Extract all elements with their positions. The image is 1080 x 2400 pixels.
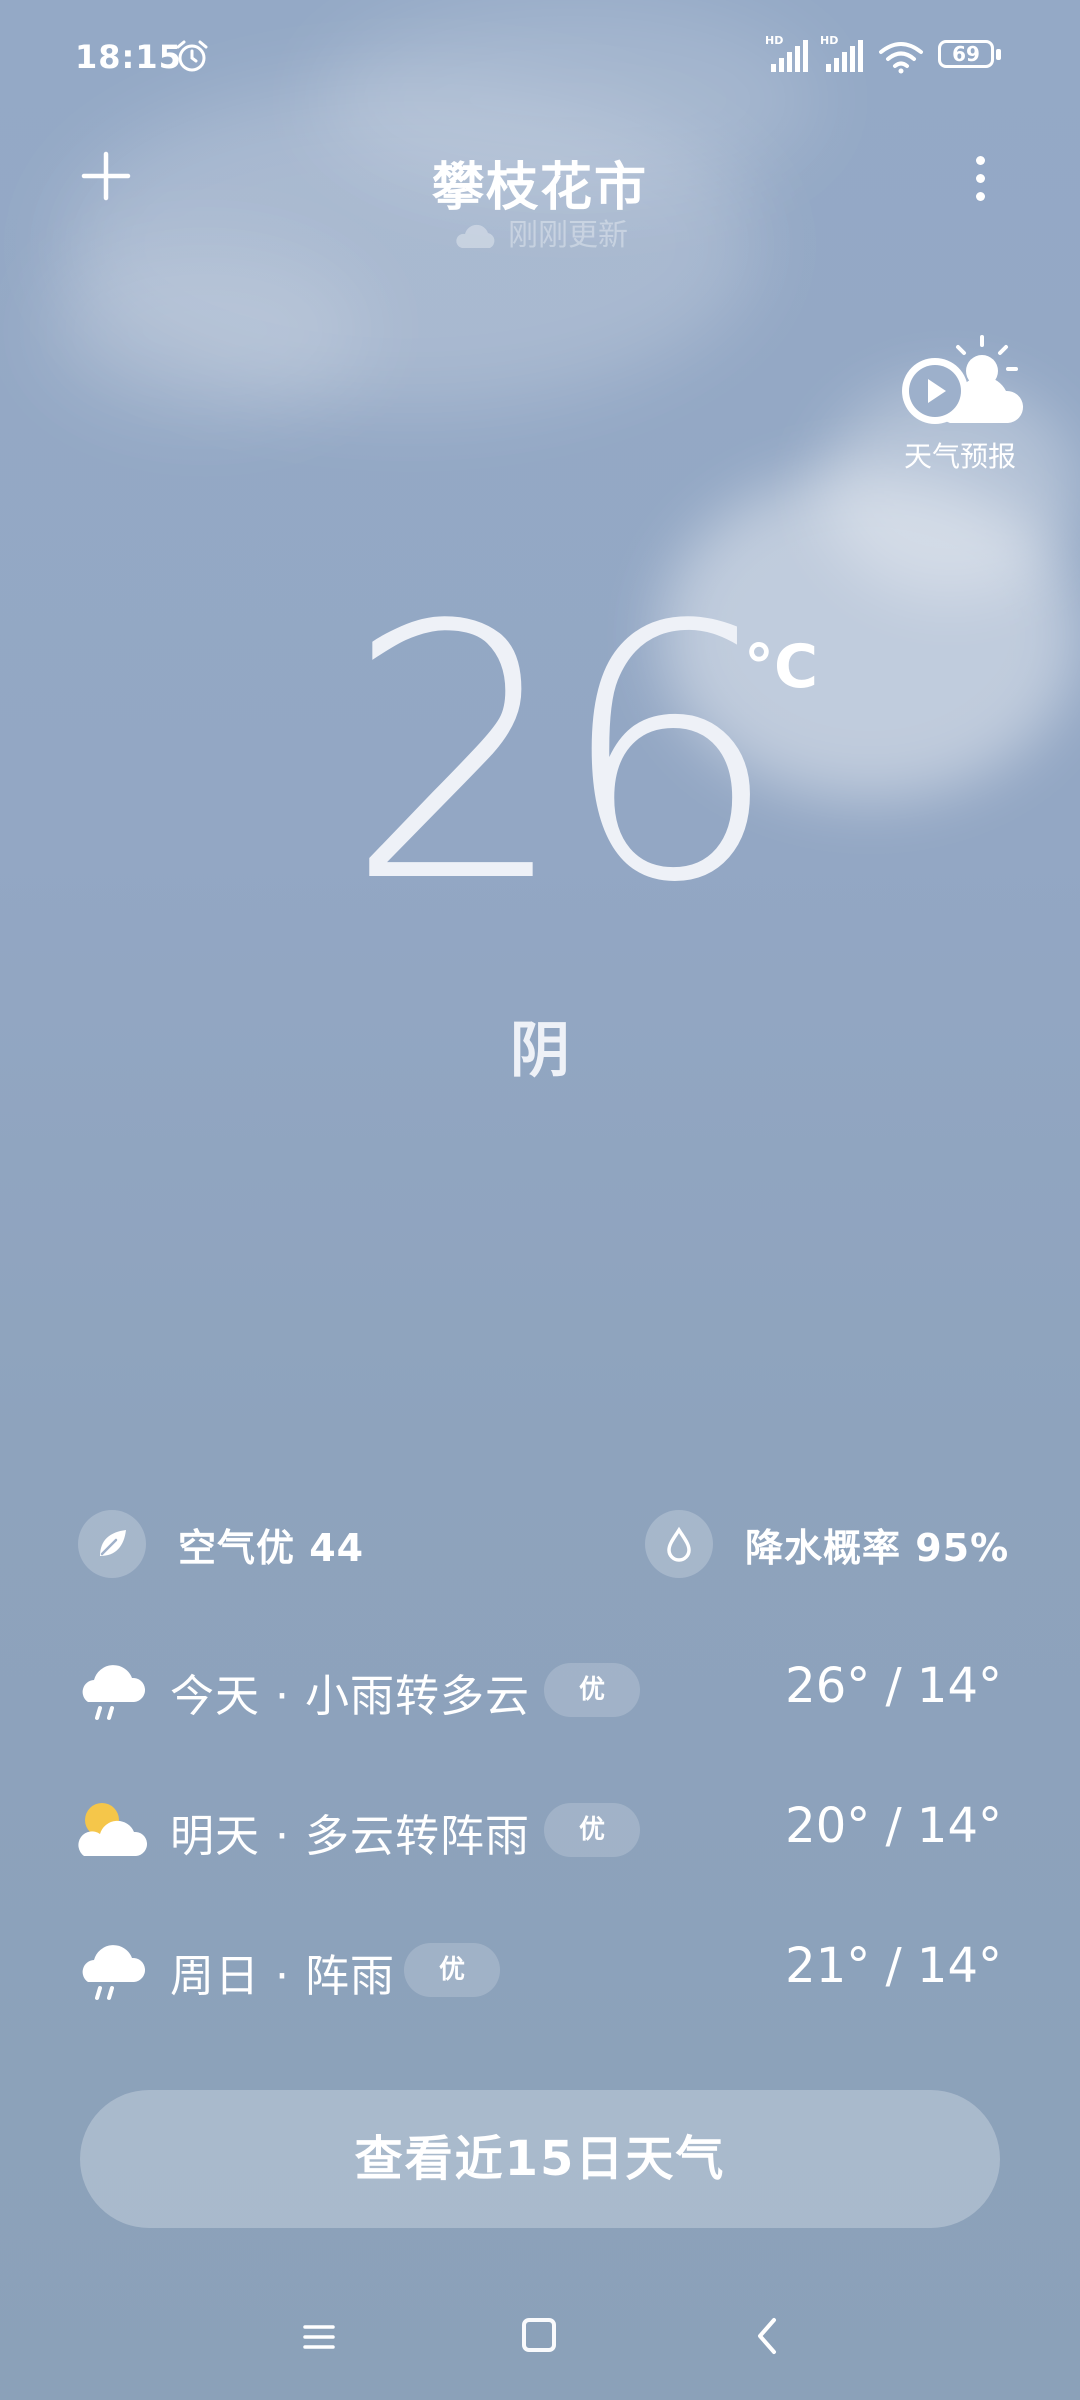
video-forecast-icon bbox=[902, 335, 1024, 424]
signal-icon: HD bbox=[820, 34, 868, 76]
wifi-icon bbox=[879, 42, 923, 74]
cloud-sync-icon bbox=[456, 224, 495, 248]
video-forecast-label: 天气预报 bbox=[903, 440, 1016, 473]
signal-icon: HD bbox=[765, 34, 813, 76]
weather-screen: 18:15 HD HD 69 攀枝花市 刚刚更新 天气预报 26 °C 阴 空气… bbox=[0, 0, 1080, 2400]
temperature-unit: °C bbox=[744, 632, 819, 702]
cloud-rain-icon bbox=[82, 1945, 146, 2000]
video-forecast-button[interactable]: 天气预报 bbox=[890, 335, 1030, 475]
alarm-icon bbox=[176, 40, 208, 72]
forecast-row-today[interactable]: 今天 · 小雨转多云 优 26° / 14° bbox=[78, 1650, 1002, 1730]
forecast-row-sunday[interactable]: 周日 · 阵雨 优 21° / 14° bbox=[78, 1930, 1002, 2010]
hd-label: HD bbox=[765, 34, 784, 47]
background-cloud bbox=[40, 240, 370, 420]
forecast-temps: 26° / 14° bbox=[785, 1658, 1002, 1714]
cloud-rain-icon bbox=[82, 1665, 146, 1720]
current-temperature: 26 bbox=[345, 551, 780, 959]
status-time: 18:15 bbox=[75, 38, 182, 76]
aqi-badge: 优 bbox=[404, 1943, 500, 1997]
air-quality-chip[interactable]: 空气优 44 bbox=[78, 1510, 364, 1578]
city-name: 攀枝花市 bbox=[431, 158, 648, 218]
weather-condition: 阴 bbox=[510, 1016, 570, 1086]
update-text: 刚刚更新 bbox=[508, 218, 628, 253]
home-icon[interactable] bbox=[522, 2318, 556, 2352]
partly-cloudy-icon bbox=[78, 1803, 148, 1856]
precipitation-chip[interactable]: 降水概率 95% bbox=[645, 1510, 1009, 1578]
hd-label: HD bbox=[820, 34, 839, 47]
air-quality-text: 空气优 44 bbox=[178, 1525, 365, 1570]
recent-apps-icon[interactable] bbox=[302, 2320, 336, 2354]
battery-level: 69 bbox=[952, 42, 980, 66]
aqi-badge: 优 bbox=[544, 1663, 640, 1717]
update-status: 刚刚更新 bbox=[0, 210, 1080, 254]
forecast-label: 明天 · 多云转阵雨 bbox=[170, 1811, 530, 1862]
water-drop-icon bbox=[645, 1510, 713, 1578]
precipitation-text: 降水概率 95% bbox=[745, 1525, 1010, 1570]
forecast-label: 今天 · 小雨转多云 bbox=[170, 1671, 530, 1722]
back-icon[interactable] bbox=[752, 2316, 782, 2356]
aqi-badge: 优 bbox=[544, 1803, 640, 1857]
forecast-temps: 21° / 14° bbox=[785, 1938, 1002, 1994]
forecast-temps: 20° / 14° bbox=[785, 1798, 1002, 1854]
status-bar: 18:15 HD HD 69 bbox=[0, 0, 1080, 118]
battery-icon: 69 bbox=[938, 40, 1002, 72]
leaf-icon bbox=[78, 1510, 146, 1578]
more-options-button[interactable] bbox=[966, 148, 996, 208]
forecast-label: 周日 · 阵雨 bbox=[170, 1951, 395, 2002]
forecast-row-tomorrow[interactable]: 明天 · 多云转阵雨 优 20° / 14° bbox=[78, 1790, 1002, 1870]
view-15-day-forecast-button[interactable]: 查看近15日天气 bbox=[80, 2090, 1000, 2228]
